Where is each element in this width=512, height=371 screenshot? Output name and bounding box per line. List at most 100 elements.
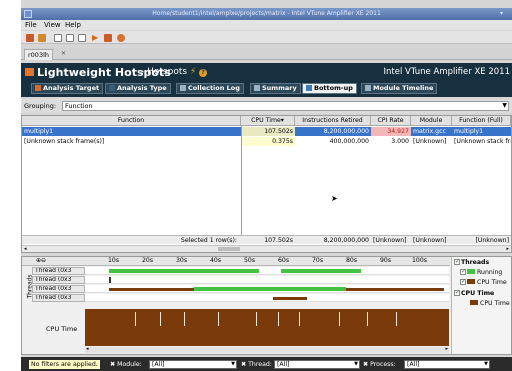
tab-analysis-type[interactable]: Analysis Type — [105, 83, 171, 94]
scroll-right-icon[interactable]: ▸ — [445, 346, 448, 352]
tab-collection-log[interactable]: Collection Log — [176, 83, 244, 94]
col-header-function-full[interactable]: Function (Full) — [452, 116, 511, 126]
horizontal-scrollbar[interactable]: ◂ ▸ — [22, 245, 511, 252]
thread-row-label[interactable]: Thread (0x3 — [32, 294, 85, 302]
cpu-time-lane[interactable] — [85, 309, 449, 346]
col-header-cpu-time[interactable]: CPU Time▾ — [241, 116, 295, 126]
grouping-label: Grouping: — [24, 102, 57, 110]
col-header-cpi[interactable]: CPI Rate — [371, 116, 411, 126]
zoom-in-icon[interactable]: ⊕⊖ — [36, 257, 46, 264]
cpu-time-bar — [109, 288, 194, 291]
type-icon — [109, 85, 115, 91]
tab-summary-label: Summary — [262, 84, 297, 92]
menu-help[interactable]: Help — [65, 21, 81, 29]
col-header-cpu-time-label: CPU Time — [251, 117, 281, 124]
legend-cpu-header[interactable]: CPU Time — [454, 289, 494, 297]
thread-row-label[interactable]: Thread (0x3 — [32, 276, 85, 284]
attach-icon[interactable] — [104, 34, 112, 42]
scroll-left-icon[interactable]: ◂ — [24, 246, 27, 252]
scroll-thumb[interactable] — [218, 247, 240, 251]
target-icon — [35, 85, 41, 91]
timeline-scrollbar[interactable]: ◂ ▸ — [85, 346, 449, 353]
menu-view[interactable]: View — [44, 21, 61, 29]
cell-cpi: 34.927 — [371, 127, 411, 136]
legend-cpu-time: CPU Time — [470, 300, 510, 307]
help-icon[interactable]: ? — [199, 69, 208, 77]
tab-module-timeline[interactable]: Module Timeline — [361, 83, 438, 94]
legend-cpu-time-text: CPU Time — [480, 300, 510, 307]
column-divider[interactable] — [241, 126, 242, 235]
legend-thread-cpu[interactable]: CPU Time — [460, 278, 507, 286]
thread-lane[interactable] — [85, 267, 449, 275]
filter-status: No filters are applied. — [29, 360, 100, 369]
thread-row-label[interactable]: Thread (0x3 — [32, 285, 85, 293]
col-header-function[interactable]: Function — [22, 116, 241, 126]
scroll-right-icon[interactable]: ▸ — [506, 246, 509, 252]
cpu-time-checkbox[interactable] — [454, 289, 460, 296]
tick-label: 90s — [380, 257, 392, 264]
col-header-module[interactable]: Module — [411, 116, 452, 126]
thread-lane[interactable] — [85, 276, 449, 284]
col-header-instructions[interactable]: Instructions Retired — [295, 116, 371, 126]
new-analysis-icon[interactable] — [54, 34, 62, 42]
open-result-icon[interactable] — [66, 34, 74, 42]
scroll-left-icon[interactable]: ◂ — [86, 346, 89, 352]
tab-module-timeline-label: Module Timeline — [373, 84, 434, 92]
running-bar — [109, 269, 259, 273]
thread-filter-label: ✖ Thread: — [241, 361, 272, 368]
close-tab-icon[interactable]: ✕ — [61, 50, 66, 57]
legend-thread-cpu-text: CPU Time — [477, 279, 507, 286]
thread-filter-select[interactable]: [All] ▼ — [274, 360, 360, 369]
threads-checkbox[interactable] — [454, 258, 460, 265]
cell-module: [Unknown] — [413, 138, 447, 145]
hotspots-icon — [25, 68, 34, 76]
result-tab[interactable]: r003lh — [24, 49, 54, 60]
table-row[interactable]: multiply1 107.502s 8,200,000,000 34.927 … — [22, 127, 511, 136]
thread-filter-value: [All] — [277, 361, 290, 368]
thread-cpu-checkbox[interactable] — [460, 278, 466, 285]
module-filter-label-text: Module: — [117, 361, 142, 368]
tick-label: 10s — [108, 257, 120, 264]
tab-bottom-up-label: Bottom-up — [314, 84, 353, 92]
cell-function: multiply1 — [24, 128, 54, 135]
analysis-subtitle: - Hotspots ⚡ ? — [141, 67, 208, 77]
chevron-down-icon: ▼ — [484, 361, 488, 367]
toolbar: ▶ — [21, 31, 512, 44]
grouping-select[interactable]: Function ▼ — [62, 101, 509, 111]
legend-threads-header[interactable]: Threads — [454, 258, 489, 266]
summary-cpu-time: 107.502s — [264, 237, 293, 244]
analysis-header: Lightweight Hotspots - Hotspots ⚡ ? Inte… — [21, 63, 512, 97]
tick-label: 20s — [142, 257, 154, 264]
tab-analysis-target[interactable]: Analysis Target — [31, 83, 104, 94]
cpu-spike — [135, 312, 136, 326]
window-controls-icon[interactable]: ▾ — [500, 10, 508, 18]
module-filter-select[interactable]: [All] ▼ — [149, 360, 237, 369]
menu-bar: File View Help — [21, 20, 512, 30]
new-project-icon[interactable] — [26, 34, 34, 42]
tab-summary[interactable]: Summary — [250, 83, 301, 94]
summary-cpi: [Unknown] — [373, 237, 407, 244]
run-icon[interactable]: ▶ — [92, 34, 100, 42]
filter-icon: ✖ — [363, 361, 369, 368]
thread-filter-label-text: Thread: — [248, 361, 272, 368]
cpu-spike — [218, 312, 219, 326]
running-checkbox[interactable] — [460, 268, 466, 275]
thread-lane[interactable] — [85, 294, 449, 302]
thread-row-label[interactable]: Thread (0x3 — [32, 267, 85, 275]
settings-icon[interactable] — [117, 34, 125, 42]
legend-running-text: Running — [477, 269, 503, 276]
compare-icon[interactable] — [78, 34, 86, 42]
process-filter-value: [All] — [407, 361, 420, 368]
open-project-icon[interactable] — [38, 34, 46, 42]
process-filter-select[interactable]: [All] ▼ — [404, 360, 490, 369]
tab-bottom-up[interactable]: Bottom-up — [302, 83, 357, 94]
filter-icon: ✖ — [110, 361, 116, 368]
grouping-bar: Grouping: Function ▼ — [21, 99, 512, 113]
menu-file[interactable]: File — [25, 21, 37, 29]
cell-module: matrix.gcc — [413, 128, 446, 135]
timeline-icon — [365, 85, 371, 91]
legend-running[interactable]: Running — [460, 268, 503, 276]
thread-lane[interactable] — [85, 285, 449, 293]
cell-instructions: 8,200,000,000 — [323, 128, 369, 135]
table-row[interactable]: [Unknown stack frame(s)] 0.375s 400,000,… — [22, 137, 511, 146]
